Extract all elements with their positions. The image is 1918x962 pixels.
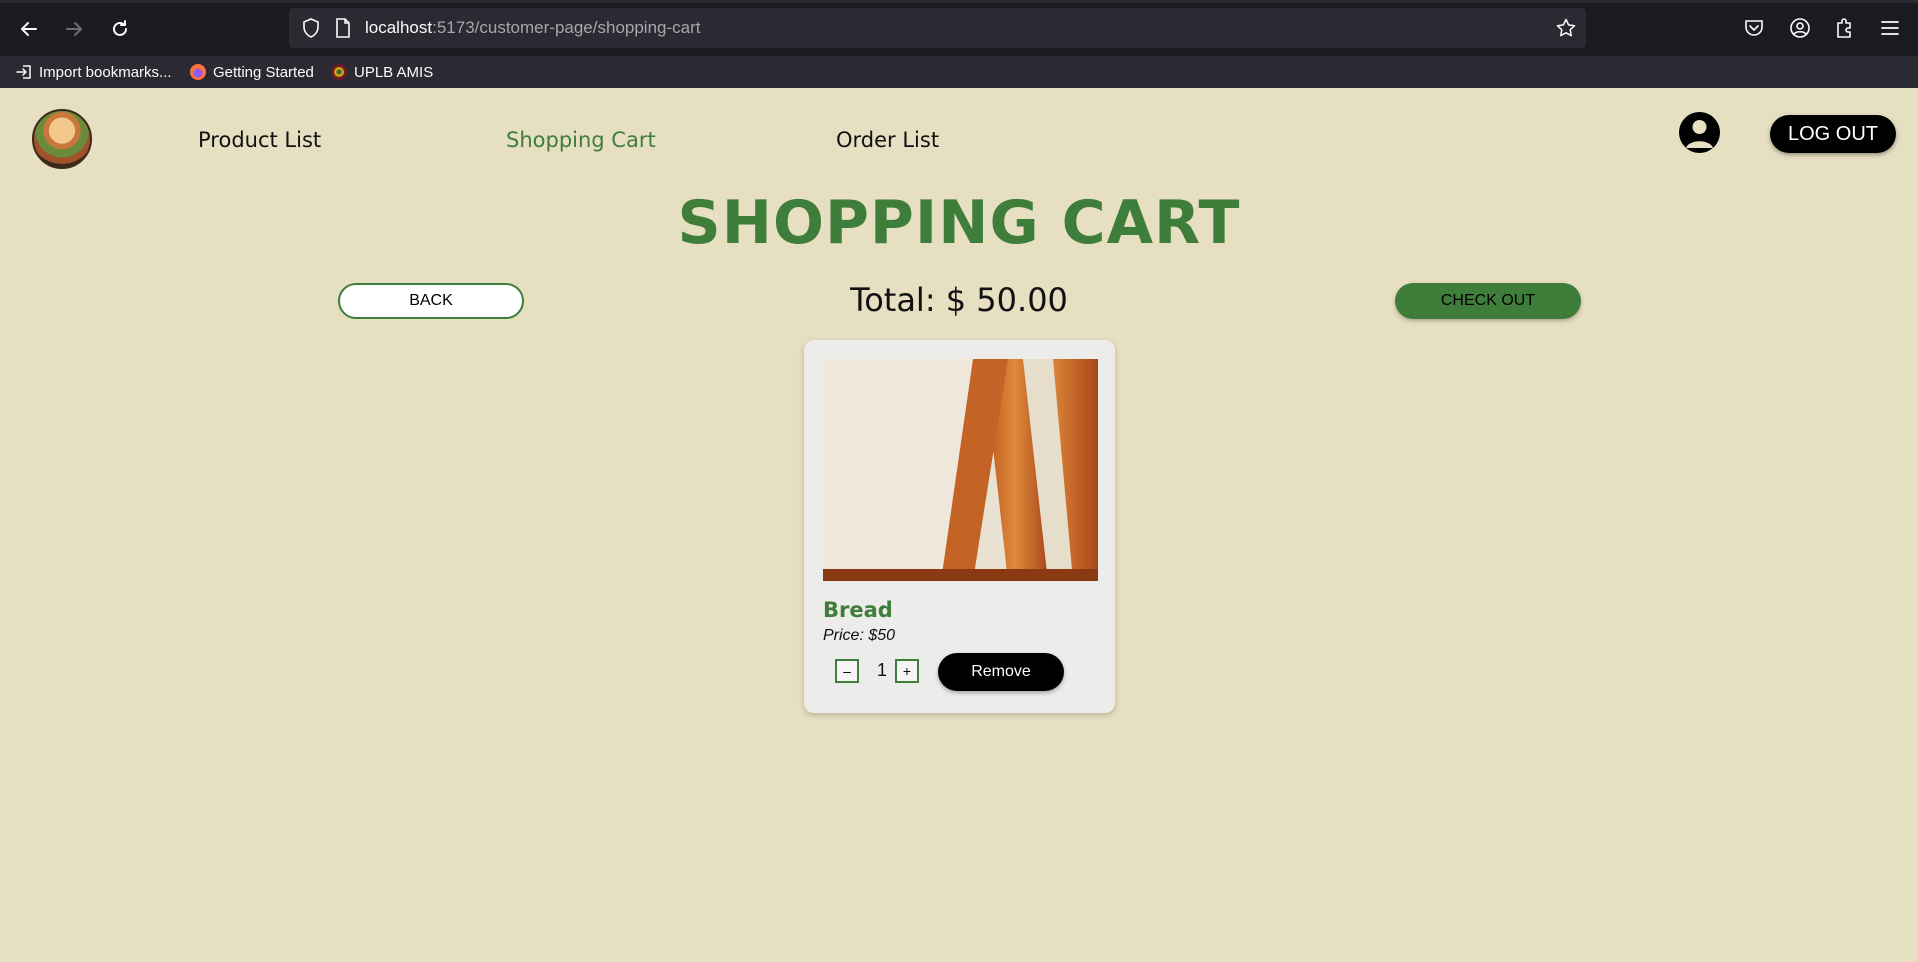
- tab-strip-edge: [0, 0, 1918, 3]
- customer-page: Product List Shopping Cart Order List LO…: [0, 88, 1918, 962]
- checkout-button[interactable]: CHECK OUT: [1395, 283, 1581, 319]
- url-host: localhost: [365, 18, 433, 37]
- farm-logo[interactable]: [32, 109, 92, 169]
- bookmark-label: UPLB AMIS: [354, 63, 434, 81]
- uplb-seal-icon: [330, 63, 348, 81]
- extensions-icon[interactable]: [1831, 14, 1859, 42]
- nav-order-list[interactable]: Order List: [836, 128, 939, 152]
- nav-shopping-cart[interactable]: Shopping Cart: [506, 128, 656, 152]
- decrease-quantity-button[interactable]: –: [835, 659, 859, 683]
- pocket-icon[interactable]: [1740, 14, 1768, 42]
- account-icon[interactable]: [1786, 14, 1814, 42]
- menu-icon[interactable]: [1876, 14, 1904, 42]
- nav-product-list[interactable]: Product List: [198, 128, 321, 152]
- bookmark-uplb-amis[interactable]: UPLB AMIS: [330, 61, 433, 83]
- quantity-value: 1: [876, 660, 887, 680]
- bookmark-import[interactable]: Import bookmarks...: [15, 61, 172, 83]
- browser-toolbar: localhost:5173/customer-page/shopping-ca…: [0, 0, 1918, 56]
- product-price: Price: $50: [823, 627, 896, 644]
- back-arrow-icon[interactable]: [12, 12, 46, 46]
- star-icon[interactable]: [1555, 17, 1577, 39]
- forward-arrow-icon[interactable]: [57, 12, 91, 46]
- url-path: :5173/customer-page/shopping-cart: [432, 18, 701, 37]
- increase-quantity-button[interactable]: +: [895, 659, 919, 683]
- remove-button[interactable]: Remove: [938, 653, 1064, 691]
- cart-total: Total: $ 50.00: [850, 281, 1068, 319]
- url-text[interactable]: localhost:5173/customer-page/shopping-ca…: [365, 18, 701, 38]
- product-image-bread: [823, 359, 1098, 581]
- bookmark-getting-started[interactable]: Getting Started: [189, 61, 314, 83]
- bookmark-label: Getting Started: [213, 63, 314, 81]
- product-name: Bread: [823, 598, 893, 622]
- shield-icon[interactable]: [300, 17, 322, 39]
- page-title: SHOPPING CART: [677, 188, 1241, 258]
- reload-icon[interactable]: [103, 12, 137, 46]
- cart-item-card: Bread Price: $50 – 1 + Remove: [804, 340, 1115, 713]
- page-icon[interactable]: [332, 17, 354, 39]
- bookmark-label: Import bookmarks...: [39, 63, 172, 81]
- bookmarks-bar: Import bookmarks... Getting Started UPLB…: [0, 56, 1918, 88]
- profile-icon[interactable]: [1679, 112, 1720, 153]
- address-bar[interactable]: localhost:5173/customer-page/shopping-ca…: [289, 8, 1586, 48]
- logout-button[interactable]: LOG OUT: [1770, 115, 1896, 153]
- firefox-icon: [189, 63, 207, 81]
- import-icon: [15, 63, 33, 81]
